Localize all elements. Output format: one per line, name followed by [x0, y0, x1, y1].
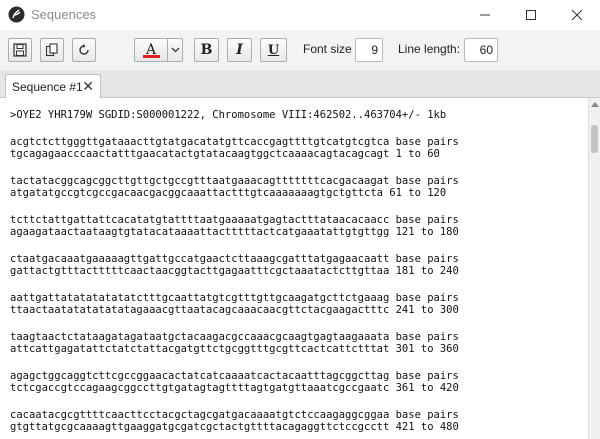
tab-bar: Sequence #1 ✕ — [0, 70, 600, 98]
tab-label: Sequence #1 — [12, 79, 83, 94]
sequence-line-reverse: tctcgaccgtccagaagcggccttgtgatagtagttttag… — [10, 382, 459, 394]
sequence-line-forward: ctaatgacaaatgaaaaagttgattgccatgaactcttaa… — [10, 253, 459, 265]
sequence-line-reverse: atgatatgccgtcgccgacaacgacggcaaattactttgt… — [10, 187, 447, 199]
sequence-text-area[interactable]: >OYE2 YHR179W SGDID:S000001222, Chromoso… — [0, 98, 588, 439]
tab-close-icon[interactable]: ✕ — [82, 78, 94, 95]
app-logo-icon — [8, 6, 25, 23]
tab-sequence-1[interactable]: Sequence #1 ✕ — [5, 74, 101, 98]
sequence-line-forward: tactatacggcagcggcttgttgctgccgtttaatgaaac… — [10, 175, 459, 187]
italic-button[interactable]: I — [227, 38, 252, 62]
sequence-block: tcttctattgattattcacatatgtattttaatgaaaaat… — [10, 214, 459, 238]
save-button[interactable] — [8, 38, 32, 62]
refresh-button[interactable] — [72, 38, 96, 62]
maximize-button[interactable] — [508, 0, 554, 30]
underline-button[interactable]: U — [260, 38, 287, 62]
save-icon — [13, 43, 27, 57]
chevron-down-icon — [171, 47, 179, 53]
sequence-line-reverse: attcattgagatattctatctattacgatgttctgcggtt… — [10, 343, 459, 355]
maximize-icon — [526, 10, 536, 20]
bold-button[interactable]: B — [194, 38, 219, 62]
copy-icon — [45, 43, 58, 57]
scrollbar-thumb[interactable] — [591, 125, 598, 153]
sequence-line-forward: tcttctattgattattcacatatgtattttaatgaaaaat… — [10, 214, 459, 226]
sequence-line-reverse: gattactgtttactttttcaactaacggtacttgagaatt… — [10, 265, 459, 277]
close-button[interactable] — [554, 0, 600, 30]
line-length-input[interactable]: 60 — [464, 38, 498, 62]
minimize-button[interactable] — [462, 0, 508, 30]
font-color-button[interactable]: A — [134, 38, 167, 62]
sequence-line-reverse: agaagataactaataagtgtatacataaaattacttttta… — [10, 226, 459, 238]
minimize-icon — [480, 14, 490, 16]
sequence-block: ctaatgacaaatgaaaaagttgattgccatgaactcttaa… — [10, 253, 459, 277]
sequence-line-forward: acgtctcttgggttgataaacttgtatgacatatgttcac… — [10, 136, 459, 148]
sequence-line-forward: aattgattatatatatatatctttgcaattatgtcgtttg… — [10, 292, 459, 304]
sequence-line-reverse: ttaactaatatatatatatagaaacgttaatacagcaaac… — [10, 304, 459, 316]
font-color-dropdown[interactable] — [167, 38, 183, 62]
refresh-icon — [79, 44, 89, 55]
sequence-block: acgtctcttgggttgataaacttgtatgacatatgttcac… — [10, 136, 459, 160]
sequence-line-reverse: gtgttatgcgcaaaagttgaaggatgcgatcgctactgtt… — [10, 421, 459, 433]
copy-button[interactable] — [40, 38, 64, 62]
sequence-block: agagctggcaggtcttcgccggaacactatcatcaaaatc… — [10, 370, 459, 394]
sequence-block: aattgattatatatatatatctttgcaattatgtcgtttg… — [10, 292, 459, 316]
line-length-label: Line length: — [398, 42, 461, 56]
scroll-up-icon[interactable] — [591, 102, 599, 107]
sequence-line-forward: cacaatacgcgttttcaacttcctacgctagcgatgacaa… — [10, 409, 459, 421]
window-title: Sequences — [31, 7, 97, 22]
vertical-scrollbar[interactable] — [588, 98, 600, 439]
close-icon — [571, 9, 583, 21]
sequence-line-forward: taagtaactctataagatagataatgctacaagacgccaa… — [10, 331, 459, 343]
font-size-input[interactable]: 9 — [355, 38, 383, 62]
toolbar: A B I U Font size 9 Line length: 60 — [0, 30, 600, 70]
sequence-block: tactatacggcagcggcttgttgctgccgtttaatgaaac… — [10, 175, 459, 199]
font-color-swatch — [143, 55, 160, 58]
title-bar: Sequences — [0, 0, 600, 30]
font-size-label: Font size — [303, 42, 352, 56]
sequence-block: taagtaactctataagatagataatgctacaagacgccaa… — [10, 331, 459, 355]
sequence-block: cacaatacgcgttttcaacttcctacgctagcgatgacaa… — [10, 409, 459, 433]
sequence-line-forward: agagctggcaggtcttcgccggaacactatcatcaaaatc… — [10, 370, 459, 382]
fasta-header: >OYE2 YHR179W SGDID:S000001222, Chromoso… — [10, 109, 447, 121]
sequence-line-reverse: tgcagagaacccaactatttgaacatactgtatacaagtg… — [10, 148, 440, 160]
